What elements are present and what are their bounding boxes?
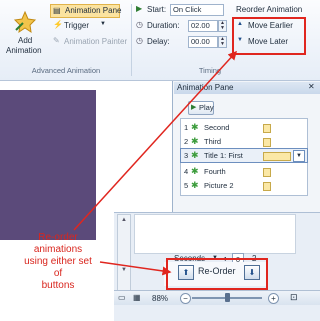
annotation-line: buttons: [41, 280, 75, 291]
animation-item[interactable]: 1 ✱ Second: [181, 121, 307, 134]
group-divider: [131, 4, 132, 76]
animation-item-name: Fourth: [204, 167, 226, 176]
annotation-line: animations: [33, 244, 83, 255]
clock-icon: ◷: [136, 36, 143, 45]
clock-icon: ◷: [136, 20, 143, 29]
animation-pane-title: Animation Pane: [174, 82, 320, 94]
slide-thumbnail[interactable]: [0, 90, 96, 240]
delay-label: Delay:: [147, 37, 170, 46]
animation-pane-icon: ▤: [53, 6, 61, 15]
add-animation-button[interactable]: Add Animation: [4, 10, 46, 64]
animation-list: 1 ✱ Second 2 ✱ Third 3 ✱ Title 1: First …: [180, 118, 308, 196]
scroll-up-icon[interactable]: ▲: [120, 217, 128, 223]
add-animation-icon: [13, 10, 37, 34]
zoom-slider-thumb[interactable]: [225, 293, 230, 302]
animation-effect-icon: ✱: [191, 166, 199, 176]
vertical-scrollbar[interactable]: ▲ ▼: [117, 214, 131, 292]
animation-item-name: Picture 2: [204, 181, 234, 190]
animation-item-number: 2: [184, 137, 189, 146]
animation-painter-label: Animation Painter: [64, 37, 128, 46]
annotation-line: using either set: [24, 256, 92, 267]
annotation-text: Re-order animations using either set of …: [8, 232, 108, 292]
play-icon: ▶: [191, 104, 197, 111]
timing-bar: [263, 182, 271, 191]
chevron-down-icon: ▼: [100, 21, 106, 27]
annotation-line: of: [53, 268, 63, 279]
group-label-timing: Timing: [198, 66, 222, 75]
animation-painter-button[interactable]: ✎ Animation Painter: [50, 36, 130, 48]
zoom-level[interactable]: 88%: [152, 294, 168, 303]
animation-item-number: 3: [184, 151, 189, 160]
timing-bar: [263, 152, 291, 161]
animation-item[interactable]: 4 ✱ Fourth: [181, 165, 307, 178]
timing-bar: [263, 124, 271, 133]
ribbon: Add Animation ▤ Animation Pane ⚡ Trigger…: [0, 0, 320, 81]
highlight-box-reorder: [166, 258, 268, 290]
duration-label: Duration:: [147, 21, 180, 30]
delay-stepper[interactable]: ▲ ▼: [218, 36, 227, 48]
timing-bar: [263, 138, 271, 147]
animation-item-selected[interactable]: 3 ✱ Title 1: First ▼: [180, 148, 308, 163]
group-label-advanced-animation: Advanced Animation: [31, 66, 101, 75]
animation-pane-label: Animation Pane: [65, 6, 122, 15]
animation-effect-icon: ✱: [191, 180, 199, 190]
zoom-out-icon[interactable]: −: [180, 293, 191, 304]
play-label: Play: [199, 103, 214, 112]
duration-stepper[interactable]: ▲ ▼: [218, 20, 227, 32]
reorder-title: Reorder Animation: [236, 5, 303, 14]
animation-painter-icon: ✎: [53, 36, 60, 45]
zoom-in-icon[interactable]: +: [268, 293, 279, 304]
scroll-down-icon[interactable]: ▼: [120, 267, 128, 273]
delay-input[interactable]: 00.00: [188, 36, 218, 48]
animation-effect-icon: ✱: [191, 136, 199, 146]
animation-effect-icon: ✱: [191, 150, 199, 160]
animation-pane-button[interactable]: ▤ Animation Pane: [50, 4, 122, 18]
start-select[interactable]: On Click: [170, 4, 224, 16]
reading-view-icon[interactable]: ▭: [118, 293, 126, 302]
animation-item-number: 4: [184, 167, 189, 176]
play-button[interactable]: ▶ Play: [188, 101, 214, 115]
trigger-label: Trigger: [64, 21, 90, 30]
animation-item-name: Second: [204, 123, 230, 132]
chevron-down-icon[interactable]: ▼: [293, 150, 305, 162]
trigger-button[interactable]: ⚡ Trigger ▼: [50, 20, 110, 32]
slide-show-icon[interactable]: ▦: [133, 293, 141, 302]
animation-item-number: 5: [184, 181, 189, 190]
duration-input[interactable]: 02.00: [188, 20, 218, 32]
animation-item-name: Title 1: First: [204, 151, 243, 160]
add-animation-label-2: Animation: [6, 46, 42, 55]
timing-bar: [263, 168, 271, 177]
close-icon[interactable]: ✕: [308, 82, 315, 91]
animation-item[interactable]: 5 ✱ Picture 2: [181, 179, 307, 192]
animation-item[interactable]: 2 ✱ Third: [181, 135, 307, 148]
add-animation-label: Add: [18, 36, 33, 45]
animation-effect-icon: ✱: [191, 122, 199, 132]
annotation-line: Re-order: [38, 232, 78, 243]
animation-item-name: Third: [204, 137, 222, 146]
fit-to-window-icon[interactable]: ⊡: [290, 292, 298, 303]
trigger-icon: ⚡: [53, 20, 63, 29]
animation-item-number: 1: [184, 123, 189, 132]
inset-list-area: [134, 214, 296, 254]
start-label: Start:: [147, 5, 167, 14]
highlight-box-ribbon: [232, 17, 306, 55]
start-icon: ▶: [136, 4, 143, 13]
